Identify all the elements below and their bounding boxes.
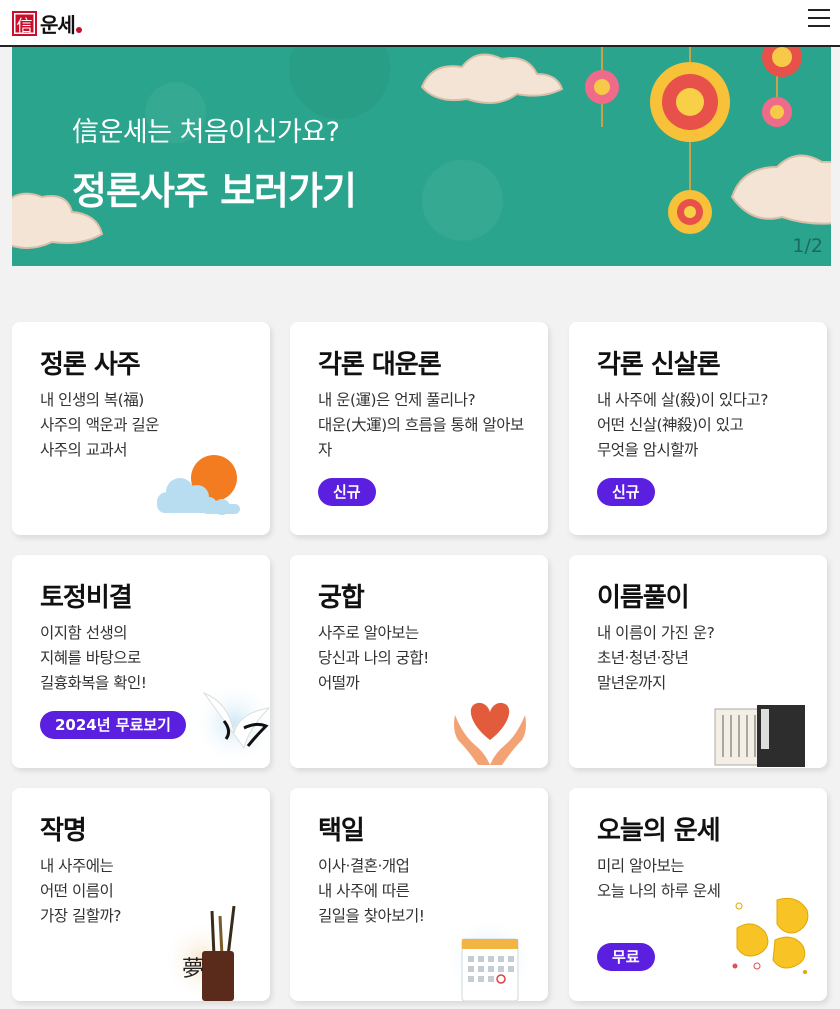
book-icon — [714, 705, 805, 767]
banner-title: 정론사주 보러가기 — [72, 169, 357, 213]
card-title: 이름풀이 — [597, 583, 690, 613]
promo-banner[interactable]: 信운세는 처음이신가요? 정론사주 보러가기 1/2 — [12, 47, 831, 266]
card-title: 각론 신살론 — [597, 350, 721, 380]
hamburger-menu-icon[interactable] — [808, 9, 830, 29]
crane-icon — [192, 681, 270, 763]
card-title: 정론 사주 — [40, 350, 141, 380]
card-jakmyeong[interactable]: 작명 내 사주에는 어떤 이름이 가장 길할까? 夢 — [12, 788, 270, 1001]
card-ireum-puri[interactable]: 이름풀이 내 이름이 가진 운? 초년·청년·장년 말년운까지 — [569, 555, 827, 768]
card-gakron-sinsal[interactable]: 각론 신살론 내 사주에 살(殺)이 있다고? 어떤 신살(神殺)이 있고 무엇을 … — [569, 322, 827, 535]
calendar-icon — [445, 916, 535, 1001]
card-description: 내 이름이 가진 운? 초년·청년·장년 말년운까지 — [597, 624, 715, 692]
logo-seal-icon: 信 — [12, 10, 37, 36]
card-title: 토정비결 — [40, 583, 133, 613]
banner-page-indicator: 1/2 — [792, 235, 823, 257]
new-badge: 신규 — [597, 478, 655, 506]
card-gunghap[interactable]: 궁합 사주로 알아보는 당신과 나의 궁합! 어떨까 — [290, 555, 548, 768]
card-description: 내 사주에 살(殺)이 있다고? 어떤 신살(神殺)이 있고 무엇을 암시할까 — [597, 391, 768, 459]
fortune-cookie-icon — [732, 897, 809, 974]
logo-dot-icon — [75, 27, 82, 33]
card-jeongron-saju[interactable]: 정론 사주 내 인생의 복(福) 사주의 액운과 길운 사주의 교과서 — [12, 322, 270, 535]
sun-cloud-icon — [157, 455, 240, 515]
card-tojeong-bigyeol[interactable]: 토정비결 이지함 선생의 지혜를 바탕으로 길흉화복을 확인! 2024년 무료보기 — [12, 555, 270, 768]
new-badge: 신규 — [318, 478, 376, 506]
banner-decoration — [12, 47, 831, 249]
card-title: 궁합 — [318, 583, 365, 613]
brush-holder-icon: 夢 — [162, 905, 242, 1001]
card-description: 사주로 알아보는 당신과 나의 궁합! 어떨까 — [318, 624, 429, 692]
svg-text:夢: 夢 — [182, 957, 204, 982]
logo-text: 운세 — [40, 12, 76, 37]
card-title: 각론 대운론 — [318, 350, 442, 380]
free-view-badge[interactable]: 2024년 무료보기 — [40, 711, 186, 739]
card-taegil[interactable]: 택일 이사·결혼·개업 내 사주에 따른 길일을 찾아보기! — [290, 788, 548, 1001]
logo[interactable]: 信 운세 — [12, 8, 82, 38]
card-gakron-daeun[interactable]: 각론 대운론 내 운(運)은 언제 풀리나? 대운(大運)의 흐름을 통해 알아보… — [290, 322, 548, 535]
heart-hands-icon — [454, 702, 526, 765]
card-title: 택일 — [318, 816, 365, 846]
card-title: 오늘의 운세 — [597, 816, 721, 846]
card-description: 내 운(運)은 언제 풀리나? 대운(大運)의 흐름을 통해 알아보 자 — [318, 391, 524, 459]
free-badge: 무료 — [597, 943, 655, 971]
banner-subtitle: 信운세는 처음이신가요? — [72, 117, 340, 148]
card-oneul-unse[interactable]: 오늘의 운세 미리 알아보는 오늘 나의 하루 운세 무료 — [569, 788, 827, 1001]
top-header: 信 운세 — [0, 0, 840, 47]
card-title: 작명 — [40, 816, 87, 846]
